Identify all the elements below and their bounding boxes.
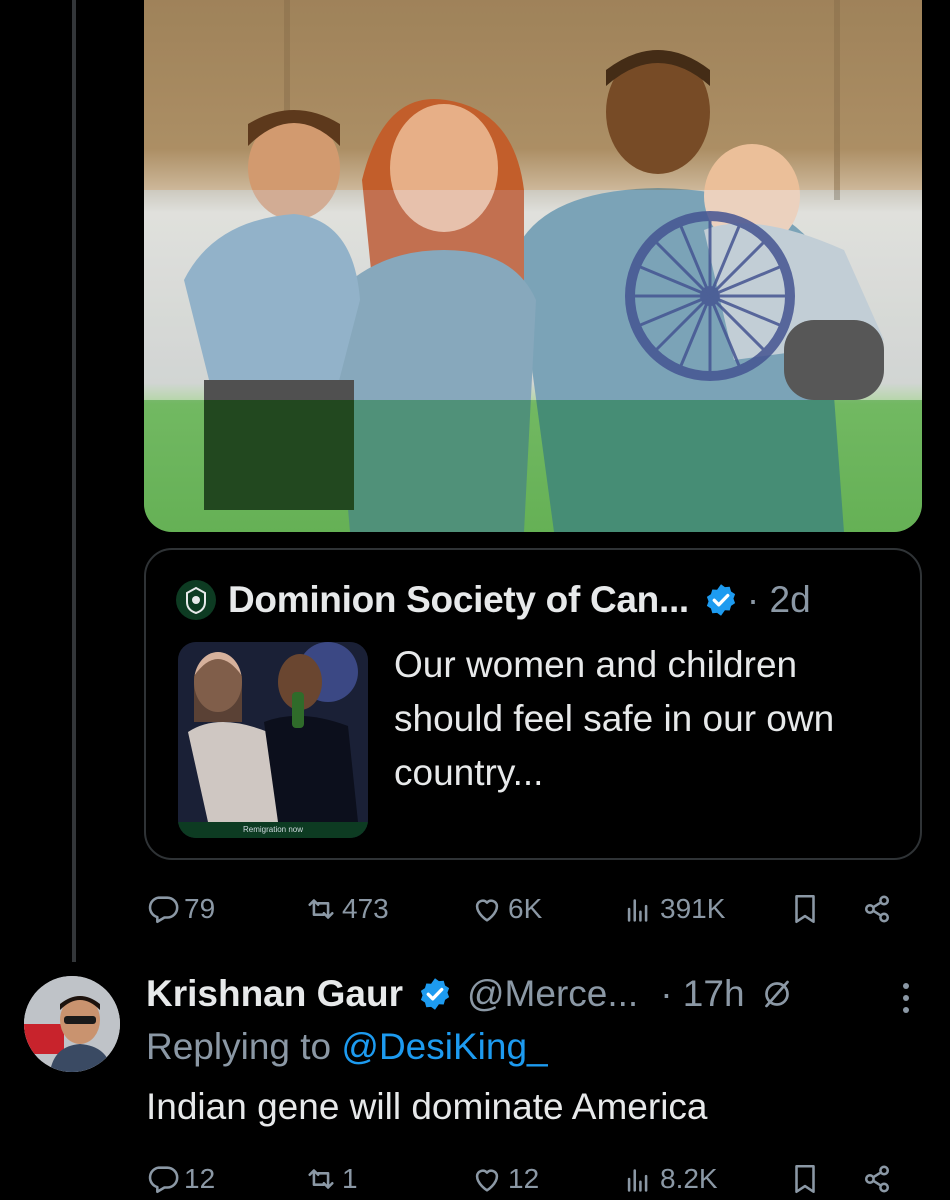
reply-count: 79 bbox=[184, 893, 216, 924]
post-media-image[interactable] bbox=[144, 0, 922, 532]
heart-icon bbox=[475, 899, 499, 922]
quoted-tweet-card[interactable]: Dominion Society of Can... · 2d Remigrat… bbox=[144, 548, 922, 860]
verified-badge-icon bbox=[420, 978, 450, 1010]
heart-icon bbox=[475, 1169, 499, 1192]
bookmark-button[interactable] bbox=[788, 884, 822, 934]
verified-badge-icon bbox=[706, 584, 736, 616]
family-photo-illustration bbox=[144, 0, 922, 532]
quoted-author-name[interactable]: Dominion Society of Can... bbox=[228, 579, 689, 621]
reply-bookmark-button[interactable] bbox=[788, 1154, 822, 1200]
share-icon bbox=[864, 1165, 890, 1193]
repost-icon bbox=[308, 1169, 334, 1189]
reply-icon bbox=[148, 1166, 179, 1194]
reply-text: Indian gene will dominate America bbox=[146, 1086, 708, 1127]
crest-icon bbox=[186, 586, 206, 615]
more-options-icon[interactable] bbox=[896, 978, 916, 1018]
grok-slash-icon[interactable] bbox=[759, 976, 795, 1012]
post-action-bar: 79 473 6K 391K bbox=[144, 884, 904, 934]
bookmark-icon bbox=[795, 1164, 815, 1194]
repost-button[interactable]: 473 bbox=[304, 884, 389, 934]
reply-author-avatar[interactable] bbox=[24, 976, 120, 1072]
like-button[interactable]: 6K bbox=[470, 884, 542, 934]
replying-to-prefix: Replying to bbox=[146, 1026, 342, 1067]
like-count: 6K bbox=[508, 893, 543, 924]
share-button[interactable] bbox=[860, 884, 894, 934]
quoted-tweet-time[interactable]: · 2d bbox=[747, 579, 811, 621]
quoted-tweet-thumbnail[interactable]: Remigration now bbox=[178, 642, 368, 838]
reply-button[interactable]: 79 bbox=[146, 884, 215, 934]
reply-like-button[interactable]: 12 bbox=[470, 1154, 539, 1200]
reply-time[interactable]: · 17h bbox=[660, 973, 744, 1015]
views-chart-icon bbox=[627, 899, 648, 922]
quoted-tweet-header: Dominion Society of Can... · 2d bbox=[176, 579, 811, 621]
reply-reply-count: 12 bbox=[184, 1163, 216, 1194]
reply-header: Krishnan Gaur @Merce... · 17h bbox=[146, 970, 795, 1018]
reply-views-button[interactable]: 8.2K bbox=[622, 1154, 718, 1200]
avatar-photo bbox=[24, 976, 120, 1072]
share-icon bbox=[864, 895, 890, 923]
views-button[interactable]: 391K bbox=[622, 884, 725, 934]
replying-to-line: Replying to @DesiKing_ bbox=[146, 1026, 548, 1068]
quoted-tweet-text: Our women and children should feel safe … bbox=[394, 644, 835, 793]
repost-icon bbox=[308, 899, 334, 919]
thread-connector-line bbox=[72, 0, 76, 962]
tweet-thread: Dominion Society of Can... · 2d Remigrat… bbox=[0, 0, 950, 1200]
thumbnail-caption: Remigration now bbox=[178, 822, 368, 838]
reply-repost-count: 1 bbox=[342, 1163, 358, 1194]
reply-author-name[interactable]: Krishnan Gaur bbox=[146, 973, 403, 1015]
reply-views-count: 8.2K bbox=[660, 1163, 718, 1194]
reply-share-button[interactable] bbox=[860, 1154, 894, 1200]
reply-icon bbox=[148, 896, 179, 924]
thumbnail-photo bbox=[178, 642, 368, 838]
bookmark-icon bbox=[795, 894, 815, 924]
reply-action-bar: 12 1 12 8.2K bbox=[144, 1154, 904, 1200]
views-chart-icon bbox=[627, 1169, 648, 1192]
quoted-author-avatar[interactable] bbox=[176, 580, 216, 620]
reply-repost-button[interactable]: 1 bbox=[304, 1154, 358, 1200]
reply-reply-button[interactable]: 12 bbox=[146, 1154, 215, 1200]
replying-to-mention[interactable]: @DesiKing_ bbox=[341, 1026, 547, 1067]
reply-author-handle[interactable]: @Merce... bbox=[467, 973, 638, 1015]
repost-count: 473 bbox=[342, 893, 389, 924]
views-count: 391K bbox=[660, 893, 726, 924]
reply-like-count: 12 bbox=[508, 1163, 540, 1194]
